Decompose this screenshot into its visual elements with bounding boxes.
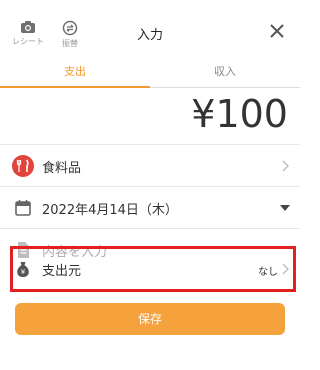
fork-knife-icon [12, 155, 34, 177]
date-row[interactable]: 2022年4月14日（木） [0, 186, 300, 228]
amount-display[interactable]: ¥100 [191, 92, 288, 136]
close-icon[interactable] [268, 22, 286, 40]
caret-down-icon [280, 205, 290, 211]
highlight-box [10, 246, 296, 292]
category-label: 食料品 [42, 161, 82, 176]
header: レシート 振替 入力 [0, 0, 300, 60]
calendar-icon [15, 200, 31, 216]
type-tabs: 支出 収入 [0, 58, 300, 88]
date-label: 2022年4月14日（木） [42, 203, 178, 218]
tab-income[interactable]: 収入 [150, 58, 300, 88]
category-row[interactable]: 食料品 [0, 144, 300, 186]
page-title: 入力 [136, 28, 163, 43]
save-button[interactable]: 保存 [15, 303, 285, 335]
chevron-right-icon [282, 160, 289, 172]
tab-expense[interactable]: 支出 [0, 58, 150, 88]
